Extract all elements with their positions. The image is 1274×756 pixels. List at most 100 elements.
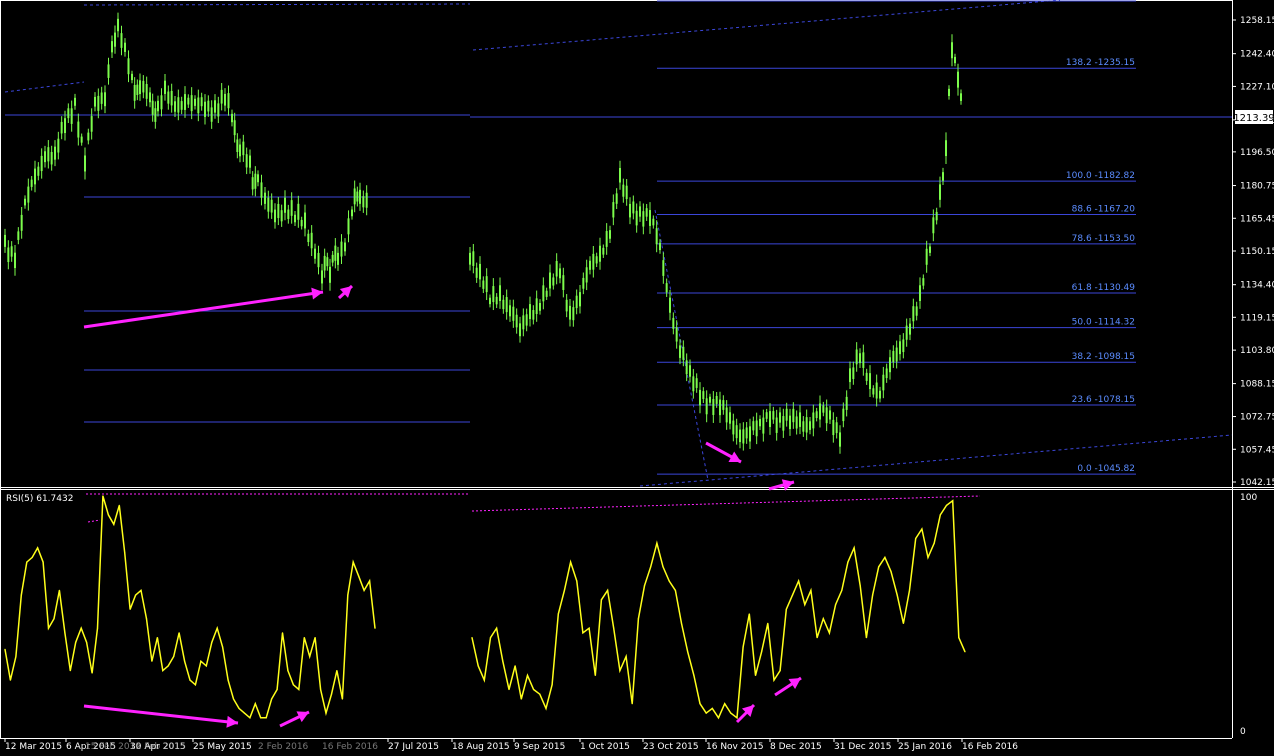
candle-body — [326, 257, 329, 267]
candle-body — [679, 345, 681, 358]
candle-body — [639, 206, 641, 217]
candle-body — [625, 185, 628, 200]
candle-body — [174, 101, 176, 112]
price-tick-label: 1042.15 — [1240, 478, 1274, 488]
candle-body — [812, 412, 815, 429]
candle-body — [552, 277, 555, 286]
candle-body — [197, 97, 200, 114]
candle-body — [549, 272, 551, 289]
fib-level-label: 23.6 -1078.15 — [1072, 395, 1135, 405]
rsi-point — [717, 717, 720, 719]
rsi-point — [508, 688, 510, 691]
candle-body — [522, 315, 525, 330]
candle-body — [619, 168, 621, 183]
candle-body — [139, 80, 141, 95]
candle-body — [80, 136, 83, 143]
candle-body — [855, 349, 858, 365]
time-tick-label: 18 Aug 2015 — [452, 742, 510, 752]
candle-body — [177, 97, 180, 113]
candle-body — [290, 200, 293, 216]
candle-body — [57, 138, 60, 153]
candle-body — [242, 141, 245, 156]
candle-body — [194, 98, 196, 106]
rsi-point — [216, 627, 218, 629]
rsi-point — [118, 504, 120, 506]
arrow-price-left — [83, 290, 324, 329]
rsi-tick-0: 0 — [1240, 727, 1246, 737]
rsi-point — [600, 599, 603, 601]
candle-body — [529, 304, 531, 320]
rsi-point — [637, 618, 640, 620]
candle-body — [351, 209, 353, 217]
price-tick-label: 1258.15 — [1240, 16, 1274, 26]
rsi-point — [933, 542, 935, 544]
candle-body — [469, 252, 471, 265]
candle-body — [50, 151, 53, 165]
rsi-point — [927, 556, 929, 559]
rsi-point — [884, 556, 886, 559]
candle-body — [752, 421, 755, 431]
rsi-point — [287, 670, 289, 672]
time-overlap-label: 12 Feb 2015 — [130, 742, 186, 752]
candle-body — [227, 93, 230, 109]
candle-body — [929, 246, 931, 253]
candle-body — [40, 155, 43, 172]
trend-line — [83, 3, 471, 6]
candle-body — [254, 173, 257, 189]
candle-body — [872, 388, 875, 395]
candle-body — [622, 184, 625, 197]
rsi-point — [576, 580, 578, 582]
candle-body — [187, 97, 190, 105]
rsi-point — [742, 646, 744, 648]
candle-body — [905, 325, 908, 340]
rsi-point — [47, 627, 50, 629]
rsi-point — [859, 585, 861, 587]
candle-body — [492, 286, 495, 303]
rsi-point — [514, 665, 516, 667]
rsi-point — [292, 684, 294, 686]
price-tick-label: 1103.80 — [1240, 346, 1274, 356]
candle-body — [502, 299, 505, 310]
candle-body — [582, 277, 585, 289]
candle-body — [562, 275, 565, 290]
rsi-point — [211, 641, 213, 643]
candle-body — [74, 97, 76, 106]
candle-body — [14, 252, 16, 269]
candle-body — [84, 155, 86, 172]
time-tick-label: 23 Oct 2015 — [643, 742, 699, 752]
candle-body — [54, 146, 56, 160]
candle-body — [7, 247, 10, 263]
candle-body — [190, 95, 193, 112]
candle-body — [251, 177, 254, 190]
rsi-point — [477, 665, 479, 667]
candle-body — [775, 417, 778, 433]
rsi-point — [915, 537, 917, 540]
candle-body — [862, 352, 865, 368]
rsi-point — [483, 679, 485, 681]
candle-body — [180, 101, 183, 110]
candle-body — [142, 80, 145, 93]
rsi-point — [320, 688, 322, 691]
candle-body — [652, 218, 655, 226]
candle-body — [795, 416, 798, 429]
candle-body — [97, 95, 100, 111]
drawing-lines — [4, 0, 1233, 523]
rsi-point — [520, 698, 522, 700]
candle-body — [805, 417, 808, 433]
candle-body — [100, 92, 103, 104]
candle-body — [321, 270, 323, 284]
candle-body — [87, 132, 90, 141]
candle-body — [277, 203, 280, 219]
rsi-point — [570, 561, 572, 563]
rsi-point — [865, 637, 868, 639]
candle-body — [310, 232, 313, 249]
time-tick-label: 16 Feb 2016 — [962, 742, 1018, 752]
rsi-point — [841, 589, 843, 592]
rsi-point — [902, 622, 905, 625]
candle-body — [705, 398, 708, 415]
candle-body — [37, 166, 40, 176]
candle-body — [149, 92, 151, 103]
rsi-point — [502, 660, 504, 662]
candle-body — [542, 285, 545, 302]
rsi-point — [631, 703, 633, 705]
